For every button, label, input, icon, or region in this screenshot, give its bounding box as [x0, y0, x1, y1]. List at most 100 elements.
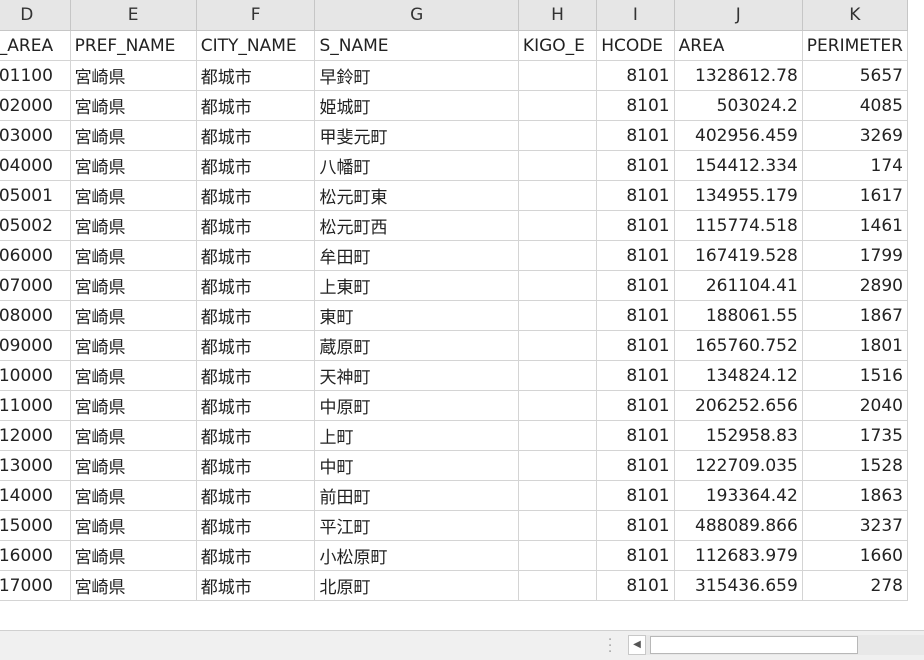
- column-header-i[interactable]: I: [596, 0, 675, 31]
- table-cell[interactable]: 宮崎県: [70, 570, 197, 601]
- table-cell[interactable]: [518, 150, 598, 181]
- table-cell[interactable]: 8101: [596, 420, 675, 451]
- table-cell[interactable]: 2890: [802, 270, 909, 301]
- table-cell[interactable]: 松元町東: [314, 180, 519, 211]
- table-cell[interactable]: 都城市: [196, 150, 316, 181]
- table-cell[interactable]: 前田町: [314, 480, 519, 511]
- table-cell[interactable]: 宮崎県: [70, 510, 197, 541]
- table-cell[interactable]: 宮崎県: [70, 420, 197, 451]
- table-cell[interactable]: 8101: [596, 210, 675, 241]
- table-cell[interactable]: 都城市: [196, 300, 316, 331]
- column-header-f[interactable]: F: [196, 0, 316, 31]
- field-name-cell[interactable]: PREF_NAME: [70, 30, 197, 61]
- table-cell[interactable]: 宮崎県: [70, 330, 197, 361]
- table-cell[interactable]: 8101: [596, 540, 675, 571]
- table-cell[interactable]: 8101: [596, 450, 675, 481]
- table-cell[interactable]: 8101: [596, 90, 675, 121]
- table-cell[interactable]: [518, 330, 598, 361]
- table-cell[interactable]: 蔵原町: [314, 330, 519, 361]
- table-cell[interactable]: 都城市: [196, 360, 316, 391]
- table-cell[interactable]: 152958.83: [674, 420, 803, 451]
- table-cell[interactable]: [518, 570, 598, 601]
- table-cell[interactable]: 宮崎県: [70, 180, 197, 211]
- table-cell[interactable]: 上町: [314, 420, 519, 451]
- table-cell[interactable]: 5657: [802, 60, 909, 91]
- table-cell[interactable]: 都城市: [196, 90, 316, 121]
- table-cell[interactable]: 193364.42: [674, 480, 803, 511]
- table-cell[interactable]: [518, 540, 598, 571]
- table-cell[interactable]: 016000: [0, 540, 71, 571]
- table-cell[interactable]: 都城市: [196, 330, 316, 361]
- field-name-cell[interactable]: HCODE: [596, 30, 675, 61]
- table-cell[interactable]: 014000: [0, 480, 71, 511]
- table-cell[interactable]: 8101: [596, 120, 675, 151]
- table-cell[interactable]: 都城市: [196, 570, 316, 601]
- table-cell[interactable]: 1617: [802, 180, 909, 211]
- table-cell[interactable]: 都城市: [196, 510, 316, 541]
- table-cell[interactable]: 8101: [596, 240, 675, 271]
- column-header-k[interactable]: K: [802, 0, 909, 31]
- table-cell[interactable]: 都城市: [196, 240, 316, 271]
- table-cell[interactable]: 8101: [596, 180, 675, 211]
- table-cell[interactable]: 宮崎県: [70, 390, 197, 421]
- table-cell[interactable]: 165760.752: [674, 330, 803, 361]
- table-cell[interactable]: [518, 180, 598, 211]
- table-cell[interactable]: [518, 90, 598, 121]
- table-cell[interactable]: 1516: [802, 360, 909, 391]
- table-cell[interactable]: 002000: [0, 90, 71, 121]
- table-cell[interactable]: [518, 450, 598, 481]
- table-cell[interactable]: 北原町: [314, 570, 519, 601]
- column-header-g[interactable]: G: [314, 0, 519, 31]
- table-cell[interactable]: 1660: [802, 540, 909, 571]
- table-cell[interactable]: 宮崎県: [70, 120, 197, 151]
- table-cell[interactable]: 都城市: [196, 480, 316, 511]
- table-cell[interactable]: 188061.55: [674, 300, 803, 331]
- table-cell[interactable]: 012000: [0, 420, 71, 451]
- table-cell[interactable]: 東町: [314, 300, 519, 331]
- splitter-handle[interactable]: · · ·: [608, 634, 612, 659]
- table-cell[interactable]: 3269: [802, 120, 909, 151]
- field-name-cell[interactable]: S_NAME: [314, 30, 519, 61]
- table-cell[interactable]: 中原町: [314, 390, 519, 421]
- table-cell[interactable]: 宮崎県: [70, 480, 197, 511]
- table-cell[interactable]: 天神町: [314, 360, 519, 391]
- table-cell[interactable]: 8101: [596, 270, 675, 301]
- table-cell[interactable]: 8101: [596, 330, 675, 361]
- table-cell[interactable]: [518, 210, 598, 241]
- table-cell[interactable]: [518, 360, 598, 391]
- table-cell[interactable]: 1528: [802, 450, 909, 481]
- table-cell[interactable]: 015000: [0, 510, 71, 541]
- table-cell[interactable]: 松元町西: [314, 210, 519, 241]
- table-cell[interactable]: 402956.459: [674, 120, 803, 151]
- table-cell[interactable]: 宮崎県: [70, 240, 197, 271]
- table-cell[interactable]: 都城市: [196, 270, 316, 301]
- column-header-j[interactable]: J: [674, 0, 803, 31]
- table-cell[interactable]: 8101: [596, 360, 675, 391]
- table-cell[interactable]: 167419.528: [674, 240, 803, 271]
- table-cell[interactable]: 206252.656: [674, 390, 803, 421]
- table-cell[interactable]: 中町: [314, 450, 519, 481]
- table-cell[interactable]: [518, 390, 598, 421]
- table-cell[interactable]: 010000: [0, 360, 71, 391]
- table-cell[interactable]: 8101: [596, 570, 675, 601]
- scroll-left-arrow-icon[interactable]: ◀: [628, 635, 646, 655]
- field-name-cell[interactable]: AREA: [674, 30, 803, 61]
- table-cell[interactable]: [518, 510, 598, 541]
- table-cell[interactable]: 都城市: [196, 540, 316, 571]
- table-cell[interactable]: 009000: [0, 330, 71, 361]
- table-cell[interactable]: 宮崎県: [70, 60, 197, 91]
- table-cell[interactable]: 牟田町: [314, 240, 519, 271]
- table-cell[interactable]: 宮崎県: [70, 210, 197, 241]
- table-cell[interactable]: 134955.179: [674, 180, 803, 211]
- column-header-e[interactable]: E: [70, 0, 197, 31]
- table-cell[interactable]: 134824.12: [674, 360, 803, 391]
- table-cell[interactable]: 1867: [802, 300, 909, 331]
- table-cell[interactable]: 宮崎県: [70, 540, 197, 571]
- column-header-d[interactable]: D: [0, 0, 71, 31]
- table-cell[interactable]: [518, 300, 598, 331]
- table-cell[interactable]: 1799: [802, 240, 909, 271]
- table-cell[interactable]: 都城市: [196, 210, 316, 241]
- column-header-h[interactable]: H: [518, 0, 598, 31]
- table-cell[interactable]: 004000: [0, 150, 71, 181]
- table-cell[interactable]: 154412.334: [674, 150, 803, 181]
